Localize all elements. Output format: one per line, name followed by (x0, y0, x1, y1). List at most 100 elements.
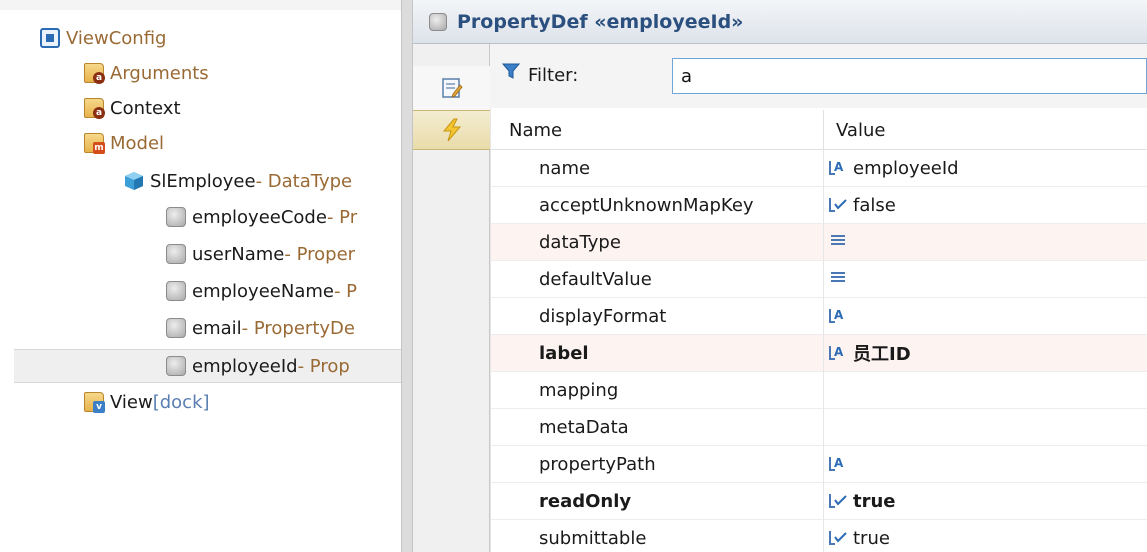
property-row-name[interactable]: name A employeeId (491, 150, 1147, 187)
tree-node-employeeid[interactable]: employeeId - Prop (166, 349, 350, 383)
tree-top-edge (0, 0, 401, 10)
property-value-cell[interactable] (829, 230, 853, 254)
property-value-cell[interactable]: true (829, 489, 896, 513)
property-name: label (539, 343, 589, 364)
property-name: dataType (539, 232, 621, 253)
tree-node-viewconfig[interactable]: ViewConfig (40, 21, 166, 55)
tree-node-context[interactable]: a Context (84, 91, 181, 125)
column-divider[interactable] (823, 110, 824, 150)
tree-node-suffix: - PropertyDe (241, 317, 355, 339)
property-value: true (853, 527, 890, 549)
property-name: mapping (539, 380, 619, 401)
filter-input[interactable] (672, 58, 1147, 94)
vertical-tab-bar (413, 44, 490, 552)
column-header-value[interactable]: Value (836, 120, 885, 141)
property-value-cell[interactable] (829, 267, 853, 291)
text-type-icon: A (829, 308, 849, 324)
property-name: displayFormat (539, 306, 667, 327)
property-value: employeeId (853, 157, 959, 179)
lightning-icon (442, 118, 461, 142)
tree-node-arguments[interactable]: a Arguments (84, 56, 209, 90)
boolean-type-icon (829, 530, 849, 546)
property-row-mapping[interactable]: mapping (491, 372, 1147, 409)
property-row-acceptunknownmapkey[interactable]: acceptUnknownMapKey false (491, 187, 1147, 224)
model-folder-icon: m (84, 133, 105, 154)
tree-node-view[interactable]: v View [dock] (84, 385, 210, 419)
tree-node-suffix: - Proper (284, 243, 356, 265)
property-row-metadata[interactable]: metaData (491, 409, 1147, 446)
filter-bar: Filter: (490, 44, 1147, 108)
text-type-icon: A (829, 456, 849, 472)
tree-node-employeecode[interactable]: employeeCode - Pr (166, 200, 357, 234)
tree-node-label: employeeName (192, 280, 334, 302)
property-icon (166, 281, 186, 301)
property-row-displayformat[interactable]: displayFormat A (491, 298, 1147, 335)
tree-node-suffix: - Prop (297, 355, 350, 377)
context-folder-icon: a (84, 98, 105, 119)
tree-node-email[interactable]: email - PropertyDe (166, 311, 355, 345)
text-type-icon: A (829, 160, 849, 176)
filter-funnel-icon (502, 63, 520, 79)
tree-node-label: ViewConfig (66, 27, 167, 49)
property-row-readonly[interactable]: readOnly true (491, 483, 1147, 520)
property-icon (166, 244, 186, 264)
property-value-cell[interactable]: A (829, 304, 853, 328)
property-value: true (853, 490, 896, 512)
tree-node-slemployee[interactable]: SlEmployee - DataType (124, 164, 352, 198)
tree-node-label: Context (110, 97, 181, 119)
tree-node-label: email (192, 317, 242, 339)
column-header-name[interactable]: Name (509, 120, 562, 141)
panel-splitter[interactable] (401, 0, 413, 552)
edit-properties-icon (441, 78, 463, 98)
property-value-cell[interactable]: A 员工ID (829, 341, 911, 365)
tree-node-suffix: - DataType (255, 170, 353, 192)
tree-node-label: View (110, 391, 153, 413)
tree-node-label: employeeCode (192, 206, 327, 228)
outline-tree: ViewConfig a Arguments a Context m Model… (0, 0, 401, 552)
boolean-type-icon (829, 493, 849, 509)
tree-node-suffix: - P (333, 280, 358, 302)
view-folder-icon: v (84, 392, 105, 413)
property-name: submittable (539, 528, 647, 549)
property-name: readOnly (539, 491, 632, 512)
tree-node-username[interactable]: userName - Proper (166, 237, 355, 271)
tab-properties[interactable] (413, 66, 490, 110)
list-type-icon (829, 234, 849, 250)
property-grid: Name Value name A employeeId acceptUnkno… (490, 108, 1147, 552)
list-type-icon (829, 271, 849, 287)
property-value-cell[interactable]: A employeeId (829, 156, 959, 180)
property-name: defaultValue (539, 269, 652, 290)
viewconfig-icon (40, 28, 60, 48)
tab-events[interactable] (413, 110, 490, 150)
property-value-cell[interactable]: true (829, 526, 890, 550)
datatype-cube-icon (124, 171, 144, 191)
tree-node-suffix: - Pr (326, 206, 358, 228)
property-row-propertypath[interactable]: propertyPath A (491, 446, 1147, 483)
property-value-cell[interactable] (829, 378, 833, 402)
filter-label: Filter: (528, 65, 579, 86)
property-value-cell[interactable] (829, 415, 833, 439)
property-value: false (853, 194, 896, 216)
property-editor: PropertyDef «employeeId» Filter: Name (413, 0, 1147, 552)
property-icon (166, 356, 186, 376)
property-icon (166, 207, 186, 227)
property-name: name (539, 158, 591, 179)
tree-node-label: Arguments (110, 62, 209, 84)
arguments-folder-icon: a (84, 63, 105, 84)
property-name: metaData (539, 417, 629, 438)
property-icon (166, 318, 186, 338)
property-row-defaultvalue[interactable]: defaultValue (491, 261, 1147, 298)
grid-header: Name Value (491, 110, 1147, 150)
property-row-label[interactable]: label A 员工ID (491, 335, 1147, 372)
property-row-submittable[interactable]: submittable true (491, 520, 1147, 552)
property-value-cell[interactable]: false (829, 193, 896, 217)
boolean-type-icon (829, 197, 849, 213)
property-name: propertyPath (539, 454, 656, 475)
tree-node-label: employeeId (192, 355, 298, 377)
property-name: acceptUnknownMapKey (539, 195, 754, 216)
property-row-datatype[interactable]: dataType (491, 224, 1147, 261)
property-icon (429, 12, 447, 31)
tree-node-employeename[interactable]: employeeName - P (166, 274, 357, 308)
property-value-cell[interactable]: A (829, 452, 853, 476)
tree-node-model[interactable]: m Model (84, 126, 164, 160)
